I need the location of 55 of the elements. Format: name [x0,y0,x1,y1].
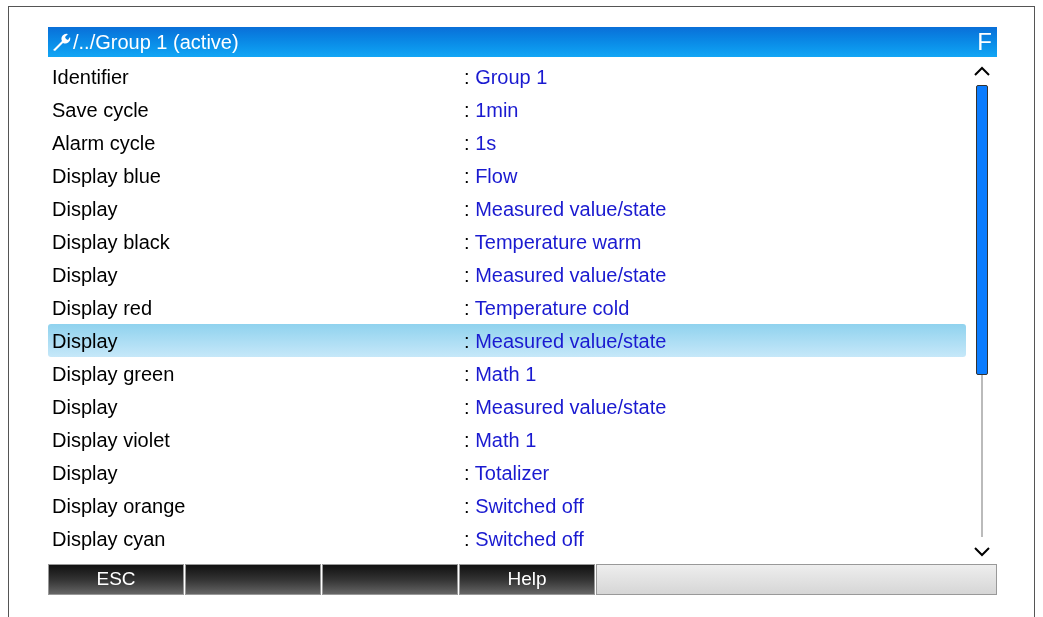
softkey[interactable]: ESC [48,564,184,595]
setting-value: : Switched off [464,493,584,519]
setting-label: Display [51,196,119,222]
setting-value: : Group 1 [464,64,548,90]
setting-label: Display orange [51,493,187,519]
setting-value: : Temperature warm [464,229,642,255]
setting-label: Display cyan [51,526,167,552]
setting-value: : Temperature cold [464,295,630,321]
list-row[interactable]: Display : Measured value/state [48,258,966,291]
list-row[interactable]: Alarm cycle : 1s [48,126,966,159]
list-row[interactable]: Display blue : Flow [48,159,966,192]
setting-label: Display [51,460,119,486]
setting-value: : Math 1 [464,361,537,387]
setting-label: Save cycle [51,97,150,123]
list-row[interactable]: Display : Totalizer [48,456,966,489]
list-row[interactable]: Display : Measured value/state [48,324,966,357]
setting-value: : 1s [464,130,497,156]
list-row[interactable]: Display red : Temperature cold [48,291,966,324]
softkey[interactable]: Help [459,564,595,595]
scroll-down-icon[interactable] [972,545,991,557]
setting-label: Display red [51,295,154,321]
list-row[interactable]: Display cyan : Switched off [48,522,966,555]
scrollbar-thumb[interactable] [975,85,988,375]
setting-label: Display [51,394,119,420]
mode-indicator: F [977,27,992,57]
setting-label: Display [51,262,119,288]
setting-label: Display blue [51,163,162,189]
setting-value: : Measured value/state [464,328,667,354]
setting-value: : Math 1 [464,427,537,453]
setting-value: : Measured value/state [464,196,667,222]
list-row[interactable]: Display black : Temperature warm [48,225,966,258]
list-row[interactable]: Display : Measured value/state [48,192,966,225]
list-row[interactable]: Display orange : Switched off [48,489,966,522]
setting-label: Display black [51,229,171,255]
list-row[interactable]: Display : Measured value/state [48,390,966,423]
list-row[interactable]: Display violet : Math 1 [48,423,966,456]
setting-label: Display violet [51,427,171,453]
list-row[interactable]: Save cycle : 1min [48,93,966,126]
breadcrumb-path: /../Group 1 (active) [73,30,240,55]
setting-value: : Measured value/state [464,394,667,420]
setting-label: Display [51,328,119,354]
scroll-up-icon[interactable] [972,65,991,77]
list-row[interactable]: Identifier : Group 1 [48,60,966,93]
setting-value: : Switched off [464,526,584,552]
wrench-icon [51,32,71,52]
setting-value: : Flow [464,163,518,189]
list-row[interactable]: Display green : Math 1 [48,357,966,390]
setting-label: Identifier [51,64,130,90]
setting-label: Display green [51,361,176,387]
softkey[interactable] [322,564,458,595]
setting-value: : Totalizer [464,460,550,486]
softkey[interactable] [185,564,321,595]
setting-value: : 1min [464,97,519,123]
setting-label: Alarm cycle [51,130,157,156]
setting-value: : Measured value/state [464,262,667,288]
